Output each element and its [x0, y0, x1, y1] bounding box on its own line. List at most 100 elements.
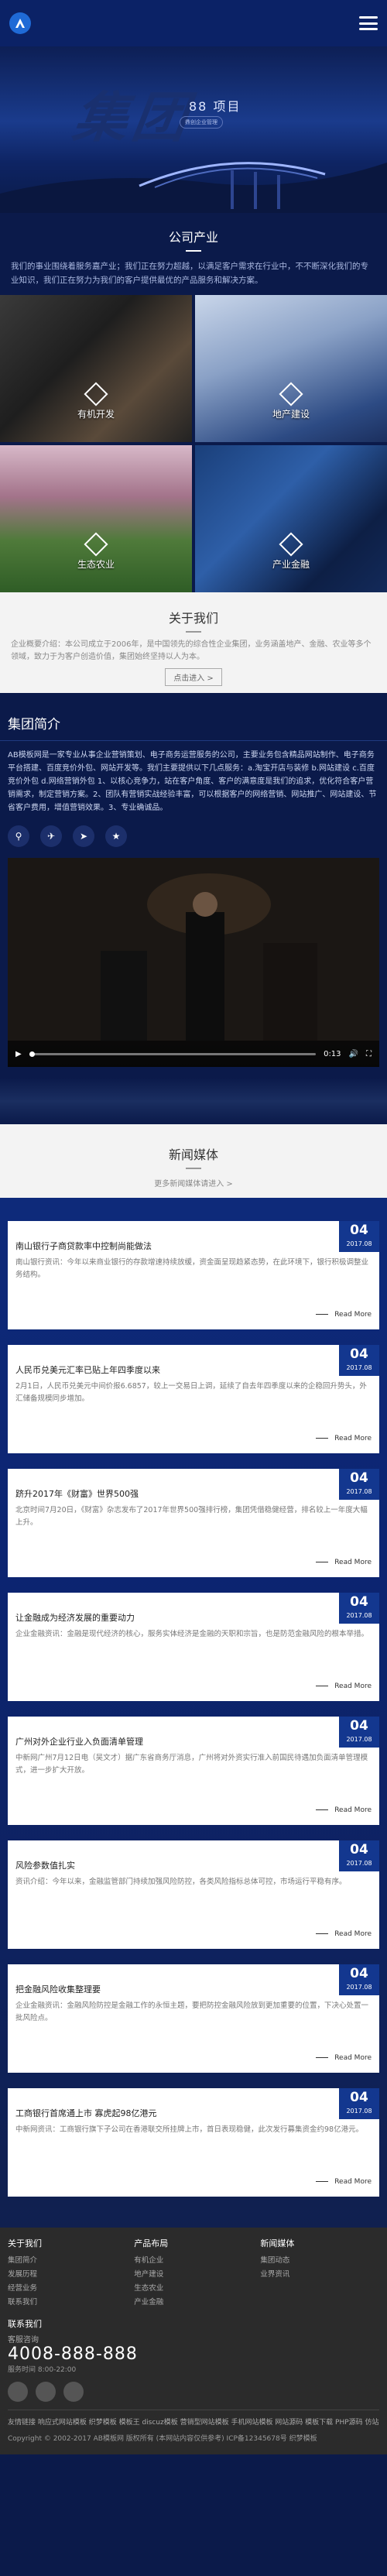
share-icon[interactable]: ✈	[40, 825, 62, 847]
footer-link[interactable]: 业界资讯	[260, 2268, 379, 2282]
news-month: 2017.08	[346, 1612, 372, 1619]
read-more-link[interactable]: Read More	[316, 2054, 372, 2062]
news-title[interactable]: 跻升2017年《财富》世界500强	[8, 1469, 379, 1500]
about-text: 企业概要介绍：本公司成立于2006年，是中国领先的综合性企业集团，业务涵盖地产、…	[11, 640, 372, 661]
news-day: 04	[350, 1718, 368, 1734]
news-card[interactable]: 04 2017.08 让金融成为经济发展的重要动力企业金融资讯：金融是现代经济的核心…	[8, 1593, 379, 1701]
phone-number[interactable]: 4008-888-888	[8, 2344, 379, 2364]
qq-icon[interactable]	[63, 2382, 84, 2402]
news-month: 2017.08	[346, 1488, 372, 1495]
read-more-link[interactable]: Read More	[316, 1682, 372, 1690]
copyright: Copyright © 2002-2017 AB模板网 版权所有 (本网站内容仅…	[8, 2435, 317, 2443]
industry-item-organic[interactable]: 有机开发	[0, 295, 192, 442]
news-more-link[interactable]: 更多新闻媒体请进入 >	[0, 1177, 387, 1189]
city-banner	[0, 1078, 387, 1124]
fullscreen-icon[interactable]: ⛶	[366, 1050, 372, 1058]
footer-column-title[interactable]: 新闻媒体	[260, 2237, 379, 2249]
news-month: 2017.08	[346, 1736, 372, 1743]
service-hours: 服务时间 8:00-22:00	[8, 2366, 77, 2374]
news-day: 04	[350, 2090, 368, 2105]
service-title: 客服咨询	[8, 2336, 39, 2344]
news-month: 2017.08	[346, 2108, 372, 2115]
read-more-link[interactable]: Read More	[316, 2178, 372, 2186]
news-card[interactable]: 04 2017.08 工商银行首席通上市 寡虎起98亿港元 中新网资讯：工商银行旗下子…	[8, 2088, 379, 2197]
news-title[interactable]: 广州对外企业行业入负面清单管理	[8, 1717, 379, 1748]
footer-column-title[interactable]: 关于我们	[8, 2237, 127, 2249]
news-card[interactable]: 04 2017.08 人民币兑美元汇率已贴上年四季度以来 2月1日，人民币兑美元中间价…	[8, 1345, 379, 1453]
news-date: 04 2017.08	[339, 1221, 379, 1252]
news-month: 2017.08	[346, 1984, 372, 1991]
read-more-link[interactable]: Read More	[316, 1806, 372, 1814]
send-icon[interactable]: ➤	[73, 825, 94, 847]
news-date: 04 2017.08	[339, 1345, 379, 1376]
logo-icon[interactable]	[9, 12, 31, 34]
news-desc: 企业金融资讯：金融是现代经济的核心，服务实体经济是金融的天职和宗旨，也是防范金融…	[15, 1630, 369, 1638]
news-card[interactable]: 04 2017.08 广州对外企业行业入负面清单管理 中新网广州7月12日电（吴文才）…	[8, 1717, 379, 1825]
video-progress-handle[interactable]	[29, 1051, 35, 1057]
news-date: 04 2017.08	[339, 1469, 379, 1500]
news-title[interactable]: 让金融成为经济发展的重要动力	[8, 1593, 379, 1624]
news-day: 04	[350, 1470, 368, 1486]
industry-intro: 我们的事业围绕着服务嘉产业；我们正在努力超越，以满足客户需求在行业中，不不断深化…	[11, 262, 368, 285]
friend-links[interactable]: 友情链接 响应式网站模板 织梦模板 模板王 discuz模板 营销型网站模板 手…	[8, 2410, 379, 2429]
industry-grid: 有机开发 地产建设 生态农业 产业金融	[0, 287, 387, 592]
menu-icon[interactable]	[359, 16, 378, 30]
footer-link[interactable]: 发展历程	[8, 2268, 127, 2282]
news-card[interactable]: 04 2017.08 南山银行子商贷款率中控制尚能做法 南山银行资讯：今年以来商业银行…	[8, 1221, 379, 1329]
read-more-link[interactable]: Read More	[316, 1559, 372, 1566]
news-card[interactable]: 04 2017.08 把金融风险收集整理要 企业金融资讯：金融风险防控是金融工作的永恒…	[8, 1964, 379, 2073]
read-more-link[interactable]: Read More	[316, 1930, 372, 1938]
news-desc: 2月1日，人民币兑美元中间价报6.6857，较上一交易日上调，延续了自去年四季度…	[15, 1382, 367, 1403]
star-icon[interactable]: ★	[105, 825, 127, 847]
news-title[interactable]: 风险参数值扎实	[8, 1840, 379, 1871]
news-card[interactable]: 04 2017.08 跻升2017年《财富》世界500强北京时间7月20日，《财富》…	[8, 1469, 379, 1577]
weibo-icon[interactable]	[36, 2382, 56, 2402]
news-day: 04	[350, 1346, 368, 1362]
news-title[interactable]: 把金融风险收集整理要	[8, 1964, 379, 1995]
footer-link[interactable]: 集团动态	[260, 2254, 379, 2268]
news-title: 新闻媒体	[168, 1147, 218, 1162]
play-icon[interactable]: ▶	[15, 1050, 22, 1058]
hero-tag: 鼎创企业管理	[180, 116, 223, 129]
about-title: 关于我们	[168, 611, 218, 626]
news-underline	[186, 1168, 201, 1169]
news-title[interactable]: 工商银行首席通上市 寡虎起98亿港元	[8, 2088, 379, 2119]
footer-link[interactable]: 生态农业	[134, 2282, 253, 2296]
read-more-link[interactable]: Read More	[316, 1311, 372, 1319]
footer-column: 新闻媒体集团动态 业界资讯	[260, 2237, 379, 2310]
link-icon[interactable]: ⚲	[8, 825, 29, 847]
industry-section: 公司产业 我们的事业围绕着服务嘉产业；我们正在努力超越，以满足客户需求在行业中，…	[0, 213, 387, 592]
footer-column: 关于我们集团简介 发展历程 经营业务 联系我们	[8, 2237, 127, 2310]
footer-contact: 联系我们 客服咨询 4008-888-888 服务时间 8:00-22:00	[8, 2317, 379, 2402]
footer-link[interactable]: 联系我们	[8, 2296, 127, 2310]
diamond-icon	[84, 532, 108, 557]
wechat-icon[interactable]	[8, 2382, 28, 2402]
video-player[interactable]: ▶ 0:13 🔊 ⛶	[8, 858, 379, 1067]
hero-bridge-image	[0, 162, 387, 213]
read-more-link[interactable]: Read More	[316, 1435, 372, 1442]
news-date: 04 2017.08	[339, 1593, 379, 1624]
news-date: 04 2017.08	[339, 1840, 379, 1871]
news-title[interactable]: 南山银行子商贷款率中控制尚能做法	[8, 1221, 379, 1252]
footer-link[interactable]: 经营业务	[8, 2282, 127, 2296]
group-title: 集团简介	[8, 717, 60, 732]
footer-link[interactable]: 有机企业	[134, 2254, 253, 2268]
footer-column-title[interactable]: 产品布局	[134, 2237, 253, 2249]
industry-item-realestate[interactable]: 地产建设	[195, 295, 387, 442]
news-title[interactable]: 人民币兑美元汇率已贴上年四季度以来	[8, 1345, 379, 1376]
group-social: ⚲ ✈ ➤ ★	[0, 815, 387, 858]
footer-link[interactable]: 地产建设	[134, 2268, 253, 2282]
about-more-link[interactable]: 点击进入 >	[165, 668, 222, 686]
page: 集团 88 项目 鼎创企业管理 公司产业 我们的事业围绕着服务嘉产业；我们正在努…	[0, 0, 387, 2576]
industry-item-agriculture[interactable]: 生态农业	[0, 445, 192, 592]
footer-link[interactable]: 产业金融	[134, 2296, 253, 2310]
group-text: AB模板网是一家专业从事企业营销策划、电子商务运营服务的公司，主要业务包含精品网…	[8, 751, 377, 812]
industry-item-finance[interactable]: 产业金融	[195, 445, 387, 592]
news-desc: 北京时间7月20日，《财富》杂志发布了2017年世界500强排行榜，集团凭借稳健…	[15, 1506, 368, 1527]
video-progress[interactable]	[29, 1051, 317, 1057]
footer-link[interactable]: 集团简介	[8, 2254, 127, 2268]
industry-item-label: 产业金融	[272, 559, 310, 570]
volume-icon[interactable]: 🔊	[349, 1050, 358, 1058]
news-card[interactable]: 04 2017.08 风险参数值扎实 资讯介绍：今年以来，金融监管部门持续加强风险防控…	[8, 1840, 379, 1949]
video-controls: ▶ 0:13 🔊 ⛶	[8, 1041, 379, 1067]
